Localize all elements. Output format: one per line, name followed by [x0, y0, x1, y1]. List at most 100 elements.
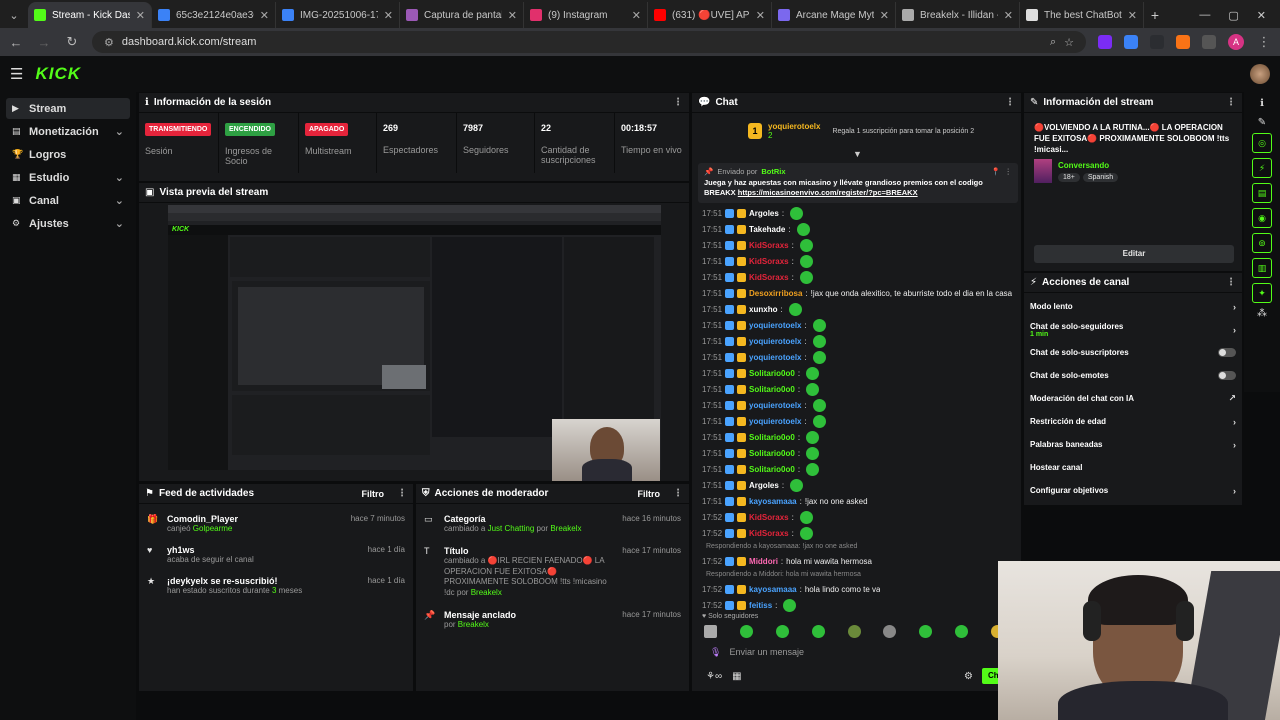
chat-username[interactable]: Solitario0o0 [749, 369, 795, 378]
kick-logo[interactable]: KICK [35, 64, 81, 84]
tab-close-icon[interactable]: ✕ [136, 9, 145, 22]
tab-close-icon[interactable]: ✕ [756, 9, 765, 22]
more-options-icon[interactable]: ⋮ [397, 488, 407, 499]
emote-icon[interactable] [704, 625, 717, 638]
broadcast-icon[interactable]: ⊚ [1252, 233, 1272, 253]
top-gifter-name[interactable]: yoquierotoelx [768, 122, 820, 131]
chat-username[interactable]: KidSoraxs [749, 257, 789, 266]
activity-filter-button[interactable]: Filtro [362, 489, 385, 499]
edit-rail-icon[interactable]: ✎ [1244, 117, 1280, 128]
tab-close-icon[interactable]: ✕ [260, 9, 269, 22]
browser-tab[interactable]: Captura de pantalla ✕ [400, 2, 524, 28]
mic-icon[interactable]: 🎙 [710, 647, 721, 658]
sidebar-item-estudio[interactable]: ▦ Estudio ⌄ [6, 167, 130, 188]
mod-filter-button[interactable]: Filtro [638, 489, 661, 499]
chat-username[interactable]: xunxho [749, 305, 777, 314]
hamburger-menu-icon[interactable]: ☰ [10, 65, 23, 83]
extension-icon[interactable] [1098, 35, 1112, 49]
tab-close-icon[interactable]: ✕ [384, 9, 393, 22]
channel-action-item[interactable]: Chat de solo-emotes [1024, 364, 1242, 387]
channel-action-item[interactable]: Restricción de edad › [1024, 410, 1242, 433]
browser-tab[interactable]: Arcane Mage Mythic ✕ [772, 2, 896, 28]
address-bar[interactable]: ⚙ dashboard.kick.com/stream ⌕ ☆ [92, 31, 1086, 53]
channel-action-item[interactable]: Chat de solo-suscriptores [1024, 341, 1242, 364]
browser-tab[interactable]: (631) 🔴UVE] APLIC ✕ [648, 2, 772, 28]
pinned-link[interactable]: https://micasinoenvivo.com/register/?pc=… [738, 188, 918, 197]
close-window-icon[interactable]: ✕ [1257, 9, 1266, 22]
mod-action-by[interactable]: Breakelx [458, 620, 489, 629]
chat-username[interactable]: yoquierotoelx [749, 321, 801, 330]
emote-icon[interactable] [883, 625, 897, 638]
browser-tab[interactable]: (9) Instagram ✕ [524, 2, 648, 28]
tab-close-icon[interactable]: ✕ [880, 9, 889, 22]
browser-tab[interactable]: The best ChatBot an ✕ [1020, 2, 1144, 28]
chat-username[interactable]: yoquierotoelx [749, 353, 801, 362]
gift-icon[interactable]: ▦ [732, 671, 741, 682]
sidebar-item-ajustes[interactable]: ⚙ Ajustes ⌄ [6, 213, 130, 234]
emote-icon[interactable] [811, 625, 825, 638]
browser-menu-icon[interactable]: ⋮ [1256, 34, 1272, 50]
extension-icon[interactable] [1150, 35, 1164, 49]
browser-tab[interactable]: IMG-20251006-1727 ✕ [276, 2, 400, 28]
chat-username[interactable]: Solitario0o0 [749, 433, 795, 442]
extensions-puzzle-icon[interactable] [1202, 35, 1216, 49]
tag-badge[interactable]: 18+ [1058, 172, 1080, 182]
emote-icon[interactable] [739, 625, 753, 638]
pinned-by[interactable]: BotRix [761, 167, 785, 176]
category-name[interactable]: Conversando [1058, 161, 1118, 170]
chat-username[interactable]: Solitario0o0 [749, 465, 795, 474]
chat-username[interactable]: KidSoraxs [749, 513, 789, 522]
sidebar-item-canal[interactable]: ▣ Canal ⌄ [6, 190, 130, 211]
shield-rail-icon[interactable]: ▥ [1252, 258, 1272, 278]
document-icon[interactable]: ▤ [1252, 183, 1272, 203]
chat-settings-icon[interactable]: ⚙ [964, 671, 973, 682]
unpin-icon[interactable]: 📍 [991, 167, 1000, 176]
activity-name[interactable]: Comodin_Player [167, 514, 343, 524]
extension-icon[interactable] [1124, 35, 1138, 49]
minimize-icon[interactable]: — [1199, 9, 1210, 21]
user-avatar[interactable] [1250, 64, 1270, 84]
chat-username[interactable]: kayosamaaa [749, 585, 797, 594]
chat-username[interactable]: Argoles [749, 481, 779, 490]
tab-close-icon[interactable]: ✕ [1004, 9, 1013, 22]
maximize-icon[interactable]: ▢ [1228, 9, 1238, 22]
more-options-icon[interactable]: ⋮ [673, 488, 683, 499]
tab-close-icon[interactable]: ✕ [508, 9, 517, 22]
mod-action-by[interactable]: Breakelx [471, 588, 502, 597]
extension-icon[interactable] [1176, 35, 1190, 49]
chat-username[interactable]: KidSoraxs [749, 529, 789, 538]
sidebar-item-logros[interactable]: 🏆 Logros [6, 144, 130, 165]
channel-action-item[interactable]: Modo lento › [1024, 295, 1242, 318]
points-icon[interactable]: ⚘∞ [706, 671, 722, 682]
chat-username[interactable]: Takehade [749, 225, 785, 234]
browser-tab[interactable]: 65c3e2124e0ae3649 ✕ [152, 2, 276, 28]
browser-tab[interactable]: Breakelx - Illidan - W ✕ [896, 2, 1020, 28]
tag-badge[interactable]: Spanish [1082, 172, 1119, 182]
channel-action-item[interactable]: Moderación del chat con IA ↗ [1024, 387, 1242, 410]
target-icon[interactable]: ◎ [1252, 133, 1272, 153]
chat-username[interactable]: feitiss [749, 601, 772, 610]
forward-icon[interactable]: → [36, 35, 52, 50]
tab-close-icon[interactable]: ✕ [632, 9, 641, 22]
chat-rail-icon[interactable]: ◉ [1252, 208, 1272, 228]
wrench-icon[interactable]: ✦ [1252, 283, 1272, 303]
zoom-icon[interactable]: ⌕ [1050, 36, 1056, 49]
reload-icon[interactable]: ↻ [64, 34, 80, 50]
chat-username[interactable]: Argoles [749, 209, 779, 218]
chat-username[interactable]: yoquierotoelx [749, 401, 801, 410]
chat-input[interactable]: 🎙 Enviar un mensaje [702, 641, 1002, 663]
more-options-icon[interactable]: ⋮ [1005, 167, 1013, 176]
activity-name[interactable]: yh1ws [167, 545, 360, 555]
chat-username[interactable]: Middori [749, 557, 778, 566]
new-tab-button[interactable]: + [1144, 2, 1166, 28]
sidebar-item-stream[interactable]: ▶ Stream [6, 98, 130, 119]
chat-username[interactable]: yoquierotoelx [749, 417, 801, 426]
channel-action-item[interactable]: Hostear canal [1024, 456, 1242, 479]
more-rail-icon[interactable]: ⁂ [1244, 308, 1280, 319]
channel-action-item[interactable]: Chat de solo-seguidores 1 min › [1024, 318, 1242, 341]
site-info-icon[interactable]: ⚙ [104, 36, 114, 49]
more-options-icon[interactable]: ⋮ [1226, 97, 1236, 108]
mod-action-by[interactable]: Breakelx [550, 524, 581, 533]
chat-username[interactable]: kayosamaaa [749, 497, 797, 506]
chat-username[interactable]: yoquierotoelx [749, 337, 801, 346]
